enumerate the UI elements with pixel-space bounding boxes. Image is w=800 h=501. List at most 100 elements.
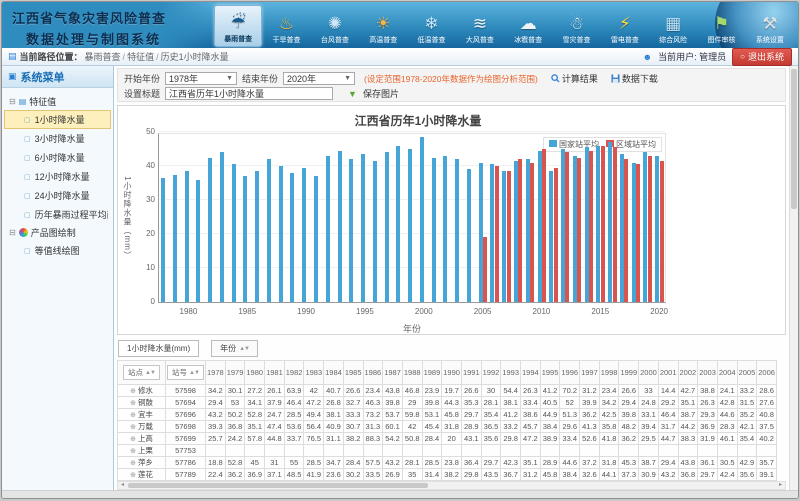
year-column-header[interactable]: 1996 — [560, 361, 580, 385]
expand-icon[interactable]: ⊕ — [130, 448, 136, 455]
station-name-cell[interactable]: ⊕修水 — [118, 385, 166, 397]
year-column-header[interactable]: 2002 — [678, 361, 698, 385]
toolbar-item-gale[interactable]: ≋大风普查 — [456, 5, 504, 47]
year-column-header[interactable]: 1988 — [402, 361, 422, 385]
bar-national — [314, 176, 318, 302]
end-year-select[interactable]: 2020年 ▼ — [283, 72, 355, 85]
tree-item-12小时降水量[interactable]: ▢12小时降水量 — [4, 167, 111, 186]
tree-item-3小时降水量[interactable]: ▢3小时降水量 — [4, 129, 111, 148]
year-column-header[interactable]: 1981 — [265, 361, 285, 385]
expand-icon[interactable]: ⊕ — [130, 436, 136, 443]
value-cell: 41.3 — [580, 421, 600, 433]
breadcrumb-segment[interactable]: 特征值 — [127, 52, 154, 62]
year-column-header[interactable]: 2000 — [639, 361, 659, 385]
toolbar-item-comprehensive-risk[interactable]: ▦综合风险 — [649, 5, 697, 47]
year-sort-button[interactable]: 年份 ▲▼ — [211, 340, 258, 357]
expand-icon[interactable]: ⊕ — [130, 472, 136, 479]
toolbar-item-low-temp[interactable]: ❄低温普查 — [407, 5, 455, 47]
tree-item-24小时降水量[interactable]: ▢24小时降水量 — [4, 186, 111, 205]
vertical-scrollbar[interactable] — [789, 66, 798, 490]
expand-icon[interactable]: ⊕ — [130, 424, 136, 431]
year-column-header[interactable]: 1978 — [206, 361, 226, 385]
table-row[interactable]: ⊕莲花5778922.436.236.937.148.541.923.630.2… — [118, 469, 777, 481]
year-column-header[interactable]: 1982 — [284, 361, 304, 385]
table-row[interactable]: ⊕萍乡5778618.852.845315528.534.728.457.543… — [118, 457, 777, 469]
code-sort-button[interactable]: 站号▲▼ — [167, 365, 204, 380]
station-name-cell[interactable]: ⊕宜丰 — [118, 409, 166, 421]
station-name-cell[interactable]: ⊕铜鼓 — [118, 397, 166, 409]
tree-item-1小时降水量[interactable]: ▢1小时降水量 — [4, 110, 111, 129]
toolbar-item-system-settings[interactable]: ⚒系统设置 — [746, 5, 794, 47]
checkbox-icon: ▢ — [24, 116, 31, 124]
toolbar-item-high-temp[interactable]: ☀高温普查 — [359, 5, 407, 47]
station-name-cell[interactable]: ⊕上高 — [118, 433, 166, 445]
year-column-header[interactable]: 1980 — [245, 361, 265, 385]
table-row[interactable]: ⊕万载5769839.336.835.147.453.656.440.930.7… — [118, 421, 777, 433]
table-row[interactable]: ⊕上栗57753 — [118, 445, 777, 457]
year-column-header[interactable]: 1992 — [481, 361, 501, 385]
year-column-header[interactable]: 1991 — [461, 361, 481, 385]
tree-item-6小时降水量[interactable]: ▢6小时降水量 — [4, 148, 111, 167]
breadcrumb-segment[interactable]: 暴雨普查 — [85, 52, 121, 62]
tree-item-等值线绘图[interactable]: ▢等值线绘图 — [4, 241, 111, 260]
comprehensive-risk-icon: ▦ — [665, 12, 681, 36]
year-column-header[interactable]: 1989 — [422, 361, 442, 385]
breadcrumb-segment[interactable]: 历史1小时降水量 — [161, 52, 229, 62]
toolbar-item-lightning[interactable]: ⚡雷电普查 — [601, 5, 649, 47]
station-name-cell[interactable]: ⊕莲花 — [118, 469, 166, 481]
year-column-header[interactable]: 2001 — [658, 361, 678, 385]
table-row[interactable]: ⊕修水5759834.230.127.226.163.94240.726.623… — [118, 385, 777, 397]
tree-item-历年暴雨过程平均雨量[interactable]: ▢历年暴雨过程平均雨量 — [4, 205, 111, 224]
table-row[interactable]: ⊕铜鼓5769429.45334.137.946.447.226.832.746… — [118, 397, 777, 409]
toolbar-item-snow[interactable]: ☃雪灾普查 — [552, 5, 600, 47]
tree-group-products[interactable]: ⊟产品图绘制 — [4, 224, 111, 241]
year-column-header[interactable]: 2005 — [737, 361, 757, 385]
year-column-header[interactable]: 1984 — [324, 361, 344, 385]
year-column-header[interactable]: 1998 — [599, 361, 619, 385]
save-image-button[interactable]: 保存图片 — [363, 87, 399, 100]
horizontal-scrollbar[interactable]: ◂ ▸ — [117, 481, 786, 490]
year-column-header[interactable]: 1985 — [343, 361, 363, 385]
station-name-cell[interactable]: ⊕万载 — [118, 421, 166, 433]
start-year-select[interactable]: 1978年 ▼ — [165, 72, 237, 85]
expand-icon[interactable]: ⊕ — [130, 412, 136, 419]
station-sort-button[interactable]: 站点▲▼ — [123, 365, 160, 380]
logout-button[interactable]: ○ 退出系统 — [732, 48, 792, 66]
toolbar-item-typhoon[interactable]: ✺台风普查 — [311, 5, 359, 47]
expand-icon[interactable]: ⊕ — [130, 460, 136, 467]
download-button[interactable]: 数据下载 — [611, 72, 658, 85]
year-column-header[interactable]: 1999 — [619, 361, 639, 385]
station-name-cell[interactable]: ⊕萍乡 — [118, 457, 166, 469]
station-name-cell[interactable]: ⊕上栗 — [118, 445, 166, 457]
tree-group-features[interactable]: ⊟▤特征值 — [4, 93, 111, 110]
collapse-icon[interactable]: ⊟ — [9, 228, 16, 237]
year-column-header[interactable]: 1995 — [540, 361, 560, 385]
toolbar-item-map-review[interactable]: ⚑图件审核 — [697, 5, 745, 47]
table-row[interactable]: ⊕上高5769925.724.257.844.833.776.531.138.2… — [118, 433, 777, 445]
vertical-scroll-thumb[interactable] — [791, 69, 797, 209]
horizontal-scroll-thumb[interactable] — [128, 483, 428, 488]
year-column-header[interactable]: 1986 — [363, 361, 383, 385]
year-column-header[interactable]: 1983 — [304, 361, 324, 385]
scroll-right-icon[interactable]: ▸ — [776, 482, 785, 489]
collapse-icon[interactable]: ⊟ — [9, 97, 16, 106]
expand-icon[interactable]: ⊕ — [130, 388, 136, 395]
toolbar-item-hail[interactable]: ☁冰雹普查 — [504, 5, 552, 47]
value-cell: 39.4 — [639, 421, 659, 433]
year-column-header[interactable]: 2003 — [698, 361, 718, 385]
year-column-header[interactable]: 1979 — [225, 361, 245, 385]
scroll-left-icon[interactable]: ◂ — [118, 482, 127, 489]
year-column-header[interactable]: 1987 — [383, 361, 403, 385]
expand-icon[interactable]: ⊕ — [130, 400, 136, 407]
year-column-header[interactable]: 1990 — [442, 361, 462, 385]
year-column-header[interactable]: 2006 — [757, 361, 777, 385]
year-column-header[interactable]: 1993 — [501, 361, 521, 385]
toolbar-item-rainstorm[interactable]: ☔暴雨普查 — [214, 5, 262, 47]
table-row[interactable]: ⊕宜丰5769643.250.252.824.728.549.438.133.3… — [118, 409, 777, 421]
year-column-header[interactable]: 1997 — [580, 361, 600, 385]
year-column-header[interactable]: 2004 — [717, 361, 737, 385]
year-column-header[interactable]: 1994 — [521, 361, 541, 385]
toolbar-item-drought[interactable]: ♨干旱普查 — [262, 5, 310, 47]
chart-title-input[interactable] — [165, 87, 333, 100]
calculate-button[interactable]: 计算结果 — [551, 72, 598, 85]
